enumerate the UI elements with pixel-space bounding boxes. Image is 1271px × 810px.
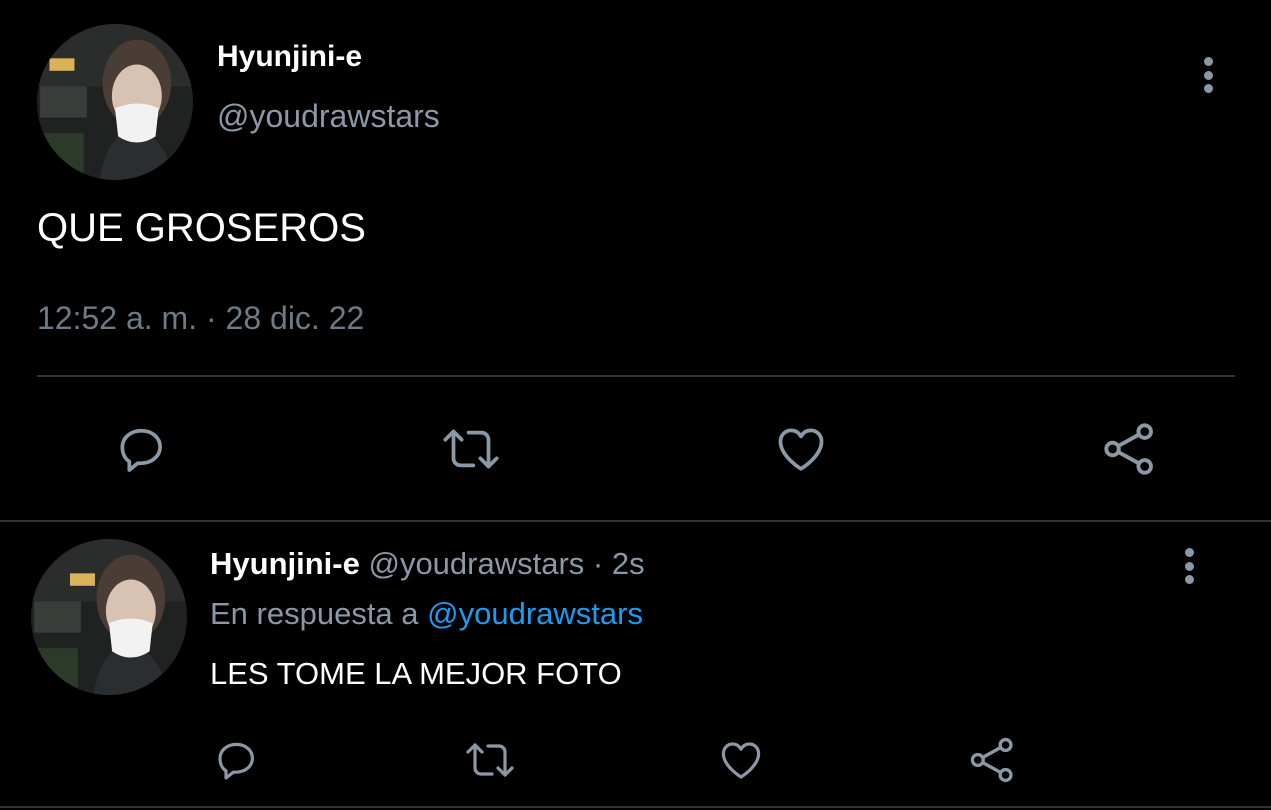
in-reply-to-prefix: En respuesta a	[210, 596, 428, 631]
in-reply-to: En respuesta a @youdrawstars	[210, 596, 643, 632]
reply-author-name[interactable]: Hyunjini-e	[210, 546, 360, 581]
tweet-time: 12:52 a. m.	[37, 300, 198, 336]
share-button[interactable]	[1098, 418, 1160, 480]
divider	[0, 520, 1271, 522]
like-icon	[778, 428, 824, 471]
more-options-icon[interactable]	[1196, 57, 1220, 93]
author-handle[interactable]: @youdrawstars	[217, 98, 440, 135]
reply-button[interactable]	[110, 418, 172, 480]
like-button[interactable]	[770, 418, 832, 480]
share-button[interactable]	[966, 734, 1018, 786]
in-reply-to-mention[interactable]: @youdrawstars	[427, 596, 643, 631]
reply-button[interactable]	[210, 734, 262, 786]
retweet-icon	[466, 743, 514, 777]
author-name[interactable]: Hyunjini-e	[217, 40, 362, 74]
retweet-button[interactable]	[462, 734, 518, 786]
reply-separator: ·	[584, 546, 612, 581]
reply-icon	[218, 742, 254, 780]
reply-text: LES TOME LA MEJOR FOTO	[210, 656, 622, 691]
reply-age[interactable]: 2s	[612, 546, 645, 581]
avatar[interactable]	[31, 539, 187, 695]
like-icon	[721, 742, 761, 779]
share-icon	[970, 737, 1013, 783]
retweet-icon	[443, 429, 499, 469]
like-button[interactable]	[714, 734, 768, 786]
share-icon	[1104, 423, 1153, 475]
divider	[37, 375, 1235, 377]
avatar-photo	[31, 539, 187, 695]
retweet-button[interactable]	[438, 418, 504, 480]
avatar-photo	[37, 24, 193, 180]
tweet-thread: Hyunjini-e @youdrawstars QUE GROSEROS 12…	[0, 0, 1271, 810]
tweet-date: 28 dic. 22	[225, 300, 365, 336]
avatar[interactable]	[37, 24, 193, 180]
timestamp-separator: ·	[197, 300, 226, 336]
more-options-icon[interactable]	[1177, 548, 1201, 584]
tweet-timestamp[interactable]: 12:52 a. m. · 28 dic. 22	[37, 300, 364, 337]
reply-header: Hyunjini-e @youdrawstars · 2s	[210, 546, 645, 582]
tweet-text: QUE GROSEROS	[37, 206, 366, 250]
reply-author-handle[interactable]: @youdrawstars	[368, 546, 584, 581]
reply-icon	[120, 428, 162, 472]
divider	[0, 806, 1271, 808]
